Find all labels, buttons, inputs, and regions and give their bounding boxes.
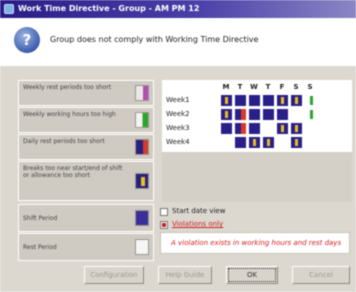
window-title: Work Time Directive - Group - AM PM 12	[18, 4, 200, 13]
title-bar[interactable]: Work Time Directive - Group - AM PM 12	[0, 0, 356, 18]
violations-only-checkbox[interactable]	[160, 221, 168, 229]
calendar-day-cell[interactable]	[220, 95, 232, 106]
daily-rest-legend-swatch	[135, 139, 149, 155]
calendar-day-cell[interactable]	[220, 109, 232, 120]
week-label: Week2	[166, 110, 190, 118]
rule-weekly-rest: Weekly rest periods too short	[18, 80, 154, 106]
calendar-day-cell[interactable]	[290, 95, 302, 106]
cancel-button[interactable]: Cancel	[292, 266, 350, 284]
week-label: Week4	[166, 138, 190, 146]
calendar-day-cell[interactable]	[304, 95, 316, 106]
calendar-day-cell[interactable]	[262, 123, 274, 134]
calendar-day-cell[interactable]	[304, 123, 316, 134]
weekly-hours-legend-swatch	[135, 112, 149, 128]
dialog-header: ? Group does not comply with Working Tim…	[0, 18, 356, 66]
calendar-day-cell[interactable]	[248, 109, 260, 120]
rule-breaks: Breaks too near start/end of shift or al…	[18, 161, 154, 201]
calendar-day-cell[interactable]	[248, 95, 260, 106]
breaks-legend-swatch	[135, 173, 149, 189]
rest-period-label: Rest Period	[23, 244, 57, 251]
day-header: T	[265, 83, 271, 91]
day-header: S	[293, 83, 299, 91]
day-header: W	[250, 83, 258, 91]
violation-warning: A violation exists in working hours and …	[160, 232, 350, 254]
calendar-day-cell[interactable]	[234, 137, 246, 148]
ok-button[interactable]: OK	[226, 266, 278, 284]
calendar-day-cell[interactable]	[262, 109, 274, 120]
calendar-day-cell[interactable]	[234, 95, 246, 106]
calendar-day-cell[interactable]	[304, 137, 316, 148]
configuration-button[interactable]: Configuration	[84, 266, 144, 284]
week-label: Week1	[166, 96, 190, 104]
rule-label: Breaks too near start/end of shift or al…	[23, 165, 123, 179]
day-header: M	[222, 83, 230, 91]
week-label: Week3	[166, 124, 190, 132]
calendar-day-cell[interactable]	[220, 137, 232, 148]
calendar-day-cell[interactable]	[304, 109, 316, 120]
calendar-day-cell[interactable]	[276, 137, 288, 148]
calendar-day-cell[interactable]	[234, 123, 246, 134]
calendar-day-cell[interactable]	[290, 123, 302, 134]
shift-period-row: Shift Period	[18, 204, 154, 232]
rule-label: Weekly rest periods too short	[23, 84, 112, 91]
day-header: F	[279, 83, 285, 91]
calendar-day-cell[interactable]	[234, 109, 246, 120]
rule-daily-rest: Daily rest periods too short	[18, 134, 154, 160]
start-date-view-label: Start date view	[172, 207, 226, 215]
calendar-day-cell[interactable]	[248, 123, 260, 134]
calendar-day-cell[interactable]	[262, 95, 274, 106]
shift-period-label: Shift Period	[23, 215, 58, 222]
rule-weekly-hours: Weekly working hours too high	[18, 107, 154, 133]
start-date-view-checkbox[interactable]	[160, 208, 168, 216]
help-guide-button[interactable]: Help Guide	[158, 266, 212, 284]
rule-label: Daily rest periods too short	[23, 138, 105, 145]
day-header: T	[237, 83, 243, 91]
app-icon	[4, 4, 14, 14]
calendar-day-cell[interactable]	[276, 109, 288, 120]
violations-only-label[interactable]: Violations only	[172, 220, 223, 228]
compliance-message: Group does not comply with Working Time …	[50, 35, 259, 44]
week-calendar-grid: M T W T F S S Week1 Week2 Week3 Week4	[162, 80, 352, 152]
dialog-window: Work Time Directive - Group - AM PM 12 ?…	[0, 0, 356, 292]
calendar-day-cell[interactable]	[220, 123, 232, 134]
help-question-icon: ?	[14, 27, 40, 53]
calendar-empty-area	[162, 152, 352, 202]
shift-period-swatch	[135, 210, 149, 226]
weekly-rest-legend-swatch	[135, 85, 149, 101]
calendar-day-cell[interactable]	[276, 95, 288, 106]
rest-period-swatch	[135, 239, 149, 255]
calendar-day-cell[interactable]	[262, 137, 274, 148]
calendar-day-cell[interactable]	[248, 137, 260, 148]
day-header: S	[307, 83, 313, 91]
calendar-day-cell[interactable]	[290, 109, 302, 120]
rule-label: Weekly working hours too high	[23, 111, 116, 118]
rest-period-row: Rest Period	[18, 233, 154, 261]
calendar-day-cell[interactable]	[290, 137, 302, 148]
calendar-day-cell[interactable]	[276, 123, 288, 134]
